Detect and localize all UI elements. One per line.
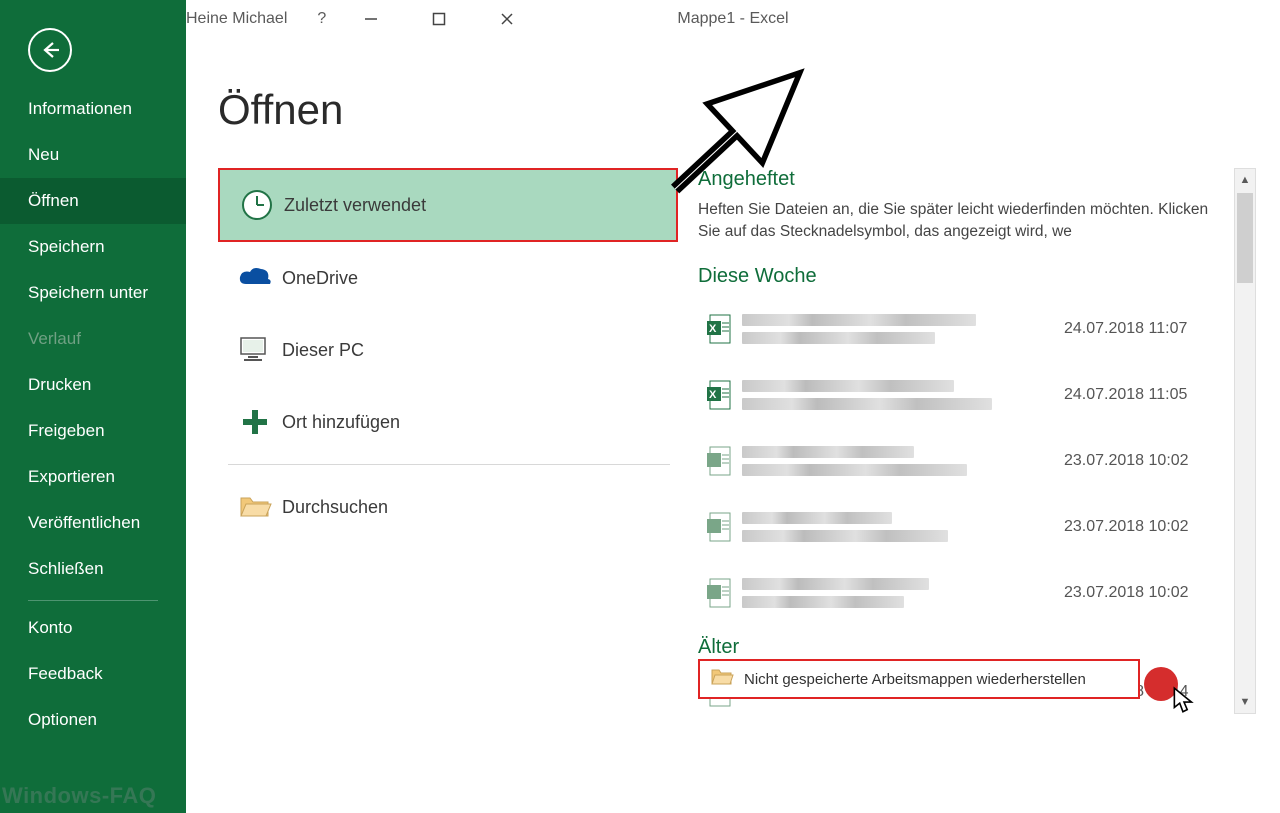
file-date: 23.07.2018 10:02 [1054,584,1224,602]
locations-list: Zuletzt verwendet OneDrive Dieser PC Ort… [218,168,678,717]
excel-file-icon [698,445,740,477]
recover-label: Nicht gespeicherte Arbeitsmappen wiederh… [744,671,1086,688]
section-pinned-text: Heften Sie Dateien an, die Sie später le… [698,199,1224,243]
title-bar: Mappe1 - Excel Heine Michael ? [186,0,1280,38]
folder-icon [228,493,282,521]
file-row[interactable]: X 24.07.2018 11:05 [698,362,1224,428]
location-label: Durchsuchen [282,497,388,518]
sidebar-item-exportieren[interactable]: Exportieren [0,454,186,500]
sidebar-item-drucken[interactable]: Drucken [0,362,186,408]
location-recent[interactable]: Zuletzt verwendet [218,168,678,242]
sidebar-item-freigeben[interactable]: Freigeben [0,408,186,454]
location-add-place[interactable]: Ort hinzufügen [218,386,678,458]
scrollbar[interactable]: ▲ ▼ [1234,168,1256,714]
file-name-redacted [742,308,1054,350]
location-browse[interactable]: Durchsuchen [218,471,678,543]
sidebar-item-veroeffentlichen[interactable]: Veröffentlichen [0,500,186,546]
file-row[interactable]: 23.07.2018 10:02 [698,428,1224,494]
sidebar-item-speichern[interactable]: Speichern [0,224,186,270]
excel-file-icon [698,511,740,543]
file-date: 23.07.2018 10:02 [1054,452,1224,470]
scroll-up-icon[interactable]: ▲ [1235,169,1255,191]
location-this-pc[interactable]: Dieser PC [218,314,678,386]
location-label: Zuletzt verwendet [284,195,426,216]
location-onedrive[interactable]: OneDrive [218,242,678,314]
annotation-click-marker [1144,667,1178,701]
file-row[interactable]: 23.07.2018 10:02 [698,560,1224,626]
excel-file-icon [698,577,740,609]
user-name[interactable]: Heine Michael [186,10,287,28]
sidebar-item-konto[interactable]: Konto [0,605,186,651]
excel-file-icon: X [698,379,740,411]
section-pinned-heading: Angeheftet [698,168,1224,191]
sidebar-item-optionen[interactable]: Optionen [0,697,186,743]
file-row[interactable]: 23.07.2018 10:02 [698,494,1224,560]
sidebar-item-feedback[interactable]: Feedback [0,651,186,697]
file-row[interactable]: X 24.07.2018 11:07 [698,296,1224,362]
maximize-button[interactable] [416,4,462,34]
file-name-redacted [742,374,1054,416]
sidebar-item-informationen[interactable]: Informationen [0,86,186,132]
main-panel: Öffnen Zuletzt verwendet OneDrive Dieser [186,38,1280,813]
close-button[interactable] [484,4,530,34]
file-date: 24.07.2018 11:05 [1054,386,1224,404]
sidebar-item-verlauf: Verlauf [0,316,186,362]
file-date: 24.07.2018 11:07 [1054,320,1224,338]
recent-files-panel: ▲ ▼ Angeheftet Heften Sie Dateien an, di… [698,168,1260,717]
sidebar-item-schliessen[interactable]: Schließen [0,546,186,592]
sidebar-item-speichern-unter[interactable]: Speichern unter [0,270,186,316]
page-title: Öffnen [218,86,1260,134]
computer-icon [228,335,282,365]
file-name-redacted [742,572,1054,614]
sidebar-item-oeffnen[interactable]: Öffnen [0,178,186,224]
sidebar: Informationen Neu Öffnen Speichern Speic… [0,0,186,813]
recover-unsaved-button[interactable]: Nicht gespeicherte Arbeitsmappen wiederh… [698,659,1140,699]
file-name-redacted [742,440,1054,482]
scroll-down-icon[interactable]: ▼ [1235,691,1255,713]
folder-icon [710,667,734,691]
location-label: Ort hinzufügen [282,412,400,433]
location-label: Dieser PC [282,340,364,361]
section-older-heading: Älter [698,636,1224,659]
minimize-button[interactable] [348,4,394,34]
help-icon[interactable]: ? [317,10,326,28]
clock-icon [230,188,284,222]
onedrive-icon [228,264,282,292]
sidebar-separator [28,600,158,601]
svg-text:X: X [709,389,717,401]
sidebar-item-neu[interactable]: Neu [0,132,186,178]
file-name-redacted [742,506,1054,548]
back-button[interactable] [28,28,72,72]
section-week-heading: Diese Woche [698,265,1224,288]
svg-text:X: X [709,323,717,335]
scroll-thumb[interactable] [1237,193,1253,283]
plus-icon [228,407,282,437]
location-label: OneDrive [282,268,358,289]
location-separator [228,464,670,465]
file-date: 23.07.2018 10:02 [1054,518,1224,536]
excel-file-icon: X [698,313,740,345]
